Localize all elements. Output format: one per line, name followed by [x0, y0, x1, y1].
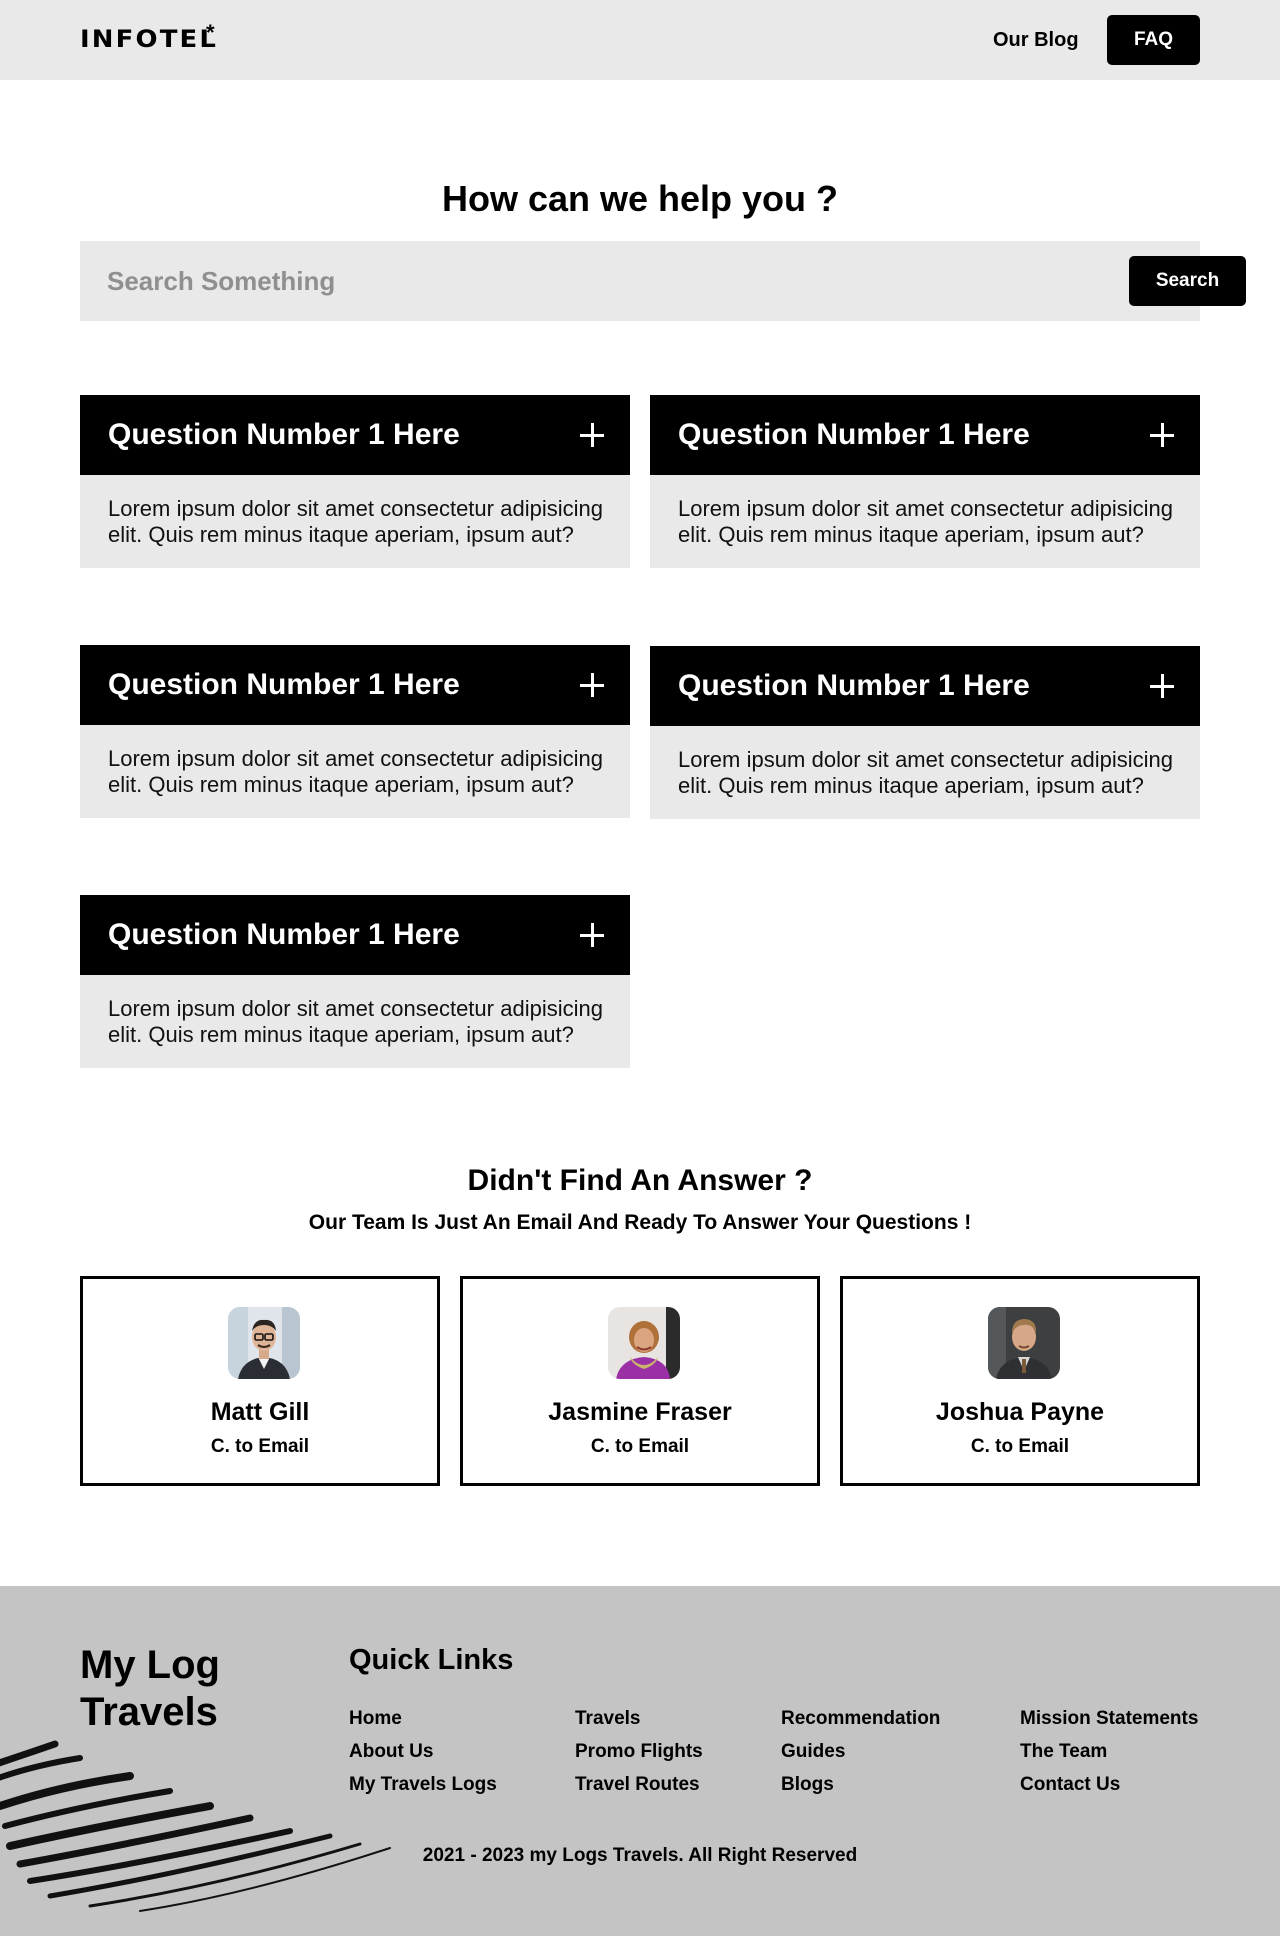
faq-question-header[interactable]: Question Number 1 Here [80, 395, 630, 475]
avatar [228, 1307, 300, 1379]
footer-brand: My Log Travels [80, 1643, 220, 1734]
faq-item: Question Number 1 Here Lorem ipsum dolor… [80, 645, 630, 818]
faq-answer: Lorem ipsum dolor sit amet consectetur a… [108, 746, 603, 797]
quick-links-column: Home About Us My Travels Logs [349, 1702, 497, 1801]
footer-link-travel-routes[interactable]: Travel Routes [575, 1768, 703, 1801]
faq-answer-panel: Lorem ipsum dolor sit amet consectetur a… [80, 725, 630, 818]
faq-answer-panel: Lorem ipsum dolor sit amet consectetur a… [650, 475, 1200, 568]
contact-email-link[interactable]: C. to Email [843, 1435, 1197, 1459]
plus-icon[interactable] [1150, 674, 1174, 698]
faq-item: Question Number 1 Here Lorem ipsum dolor… [80, 895, 630, 1068]
footer-link-promo-flights[interactable]: Promo Flights [575, 1735, 703, 1768]
contact-email-link[interactable]: C. to Email [463, 1435, 817, 1459]
quick-links-column: Travels Promo Flights Travel Routes [575, 1702, 703, 1801]
faq-answer-panel: Lorem ipsum dolor sit amet consectetur a… [80, 975, 630, 1068]
faq-question: Question Number 1 Here [678, 418, 1030, 451]
footer-link-recommendation[interactable]: Recommendation [781, 1702, 940, 1735]
quick-links-column: Recommendation Guides Blogs [781, 1702, 940, 1801]
contact-subtitle: Our Team Is Just An Email And Ready To A… [308, 1211, 972, 1234]
search-bar: Search [80, 241, 1246, 321]
site-footer: My Log Travels Quick Links Home About Us… [0, 1586, 1280, 1936]
team-member-name: Matt Gill [210, 1398, 310, 1426]
plus-icon[interactable] [580, 423, 604, 447]
logo-asterisk-icon: * [206, 20, 215, 45]
faq-answer-panel: Lorem ipsum dolor sit amet consectetur a… [80, 475, 630, 568]
team-card: Joshua Payne C. to Email [840, 1276, 1200, 1486]
avatar [988, 1307, 1060, 1379]
faq-question: Question Number 1 Here [108, 668, 460, 701]
footer-link-contact-us[interactable]: Contact Us [1020, 1768, 1198, 1801]
faq-question-header[interactable]: Question Number 1 Here [650, 395, 1200, 475]
quick-links-title: Quick Links [349, 1644, 514, 1676]
faq-question-header[interactable]: Question Number 1 Here [80, 645, 630, 725]
footer-link-blogs[interactable]: Blogs [781, 1768, 940, 1801]
team-card: Matt Gill C. to Email [80, 1276, 440, 1486]
plus-icon[interactable] [580, 923, 604, 947]
faq-answer: Lorem ipsum dolor sit amet consectetur a… [108, 996, 603, 1047]
quick-links-column: Mission Statements The Team Contact Us [1020, 1702, 1198, 1801]
faq-answer: Lorem ipsum dolor sit amet consectetur a… [678, 496, 1173, 547]
footer-link-mission-statements[interactable]: Mission Statements [1020, 1702, 1198, 1735]
team-member-name: Joshua Payne [935, 1398, 1105, 1426]
faq-question: Question Number 1 Here [108, 918, 460, 951]
faq-item: Question Number 1 Here Lorem ipsum dolor… [650, 395, 1200, 568]
faq-item: Question Number 1 Here Lorem ipsum dolor… [80, 395, 630, 568]
search-input[interactable] [107, 261, 1007, 301]
footer-link-the-team[interactable]: The Team [1020, 1735, 1198, 1768]
avatar [608, 1307, 680, 1379]
faq-question: Question Number 1 Here [108, 418, 460, 451]
plus-icon[interactable] [580, 673, 604, 697]
footer-link-about-us[interactable]: About Us [349, 1735, 497, 1768]
footer-link-guides[interactable]: Guides [781, 1735, 940, 1768]
faq-answer-panel: Lorem ipsum dolor sit amet consectetur a… [650, 726, 1200, 819]
search-button[interactable]: Search [1129, 256, 1246, 306]
footer-link-my-travels-logs[interactable]: My Travels Logs [349, 1768, 497, 1801]
site-header: INFOTEL * Our Blog FAQ [0, 0, 1280, 80]
plus-icon[interactable] [1150, 423, 1174, 447]
team-member-name: Jasmine Fraser [548, 1398, 732, 1426]
brush-stroke-decoration [0, 1740, 391, 1912]
faq-question: Question Number 1 Here [678, 669, 1030, 702]
nav-button-faq[interactable]: FAQ [1107, 15, 1200, 65]
site-logo[interactable]: INFOTEL [80, 27, 218, 51]
contact-email-link[interactable]: C. to Email [83, 1435, 437, 1459]
team-card: Jasmine Fraser C. to Email [460, 1276, 820, 1486]
contact-title: Didn't Find An Answer ? [467, 1164, 813, 1197]
faq-question-header[interactable]: Question Number 1 Here [650, 646, 1200, 726]
faq-item: Question Number 1 Here Lorem ipsum dolor… [650, 646, 1200, 819]
footer-link-travels[interactable]: Travels [575, 1702, 703, 1735]
faq-answer: Lorem ipsum dolor sit amet consectetur a… [678, 747, 1173, 798]
faq-answer: Lorem ipsum dolor sit amet consectetur a… [108, 496, 603, 547]
nav-link-our-blog[interactable]: Our Blog [993, 28, 1079, 52]
footer-link-home[interactable]: Home [349, 1702, 497, 1735]
help-title: How can we help you ? [441, 178, 839, 219]
faq-question-header[interactable]: Question Number 1 Here [80, 895, 630, 975]
copyright-text: 2021 - 2023 my Logs Travels. All Right R… [422, 1845, 858, 1866]
